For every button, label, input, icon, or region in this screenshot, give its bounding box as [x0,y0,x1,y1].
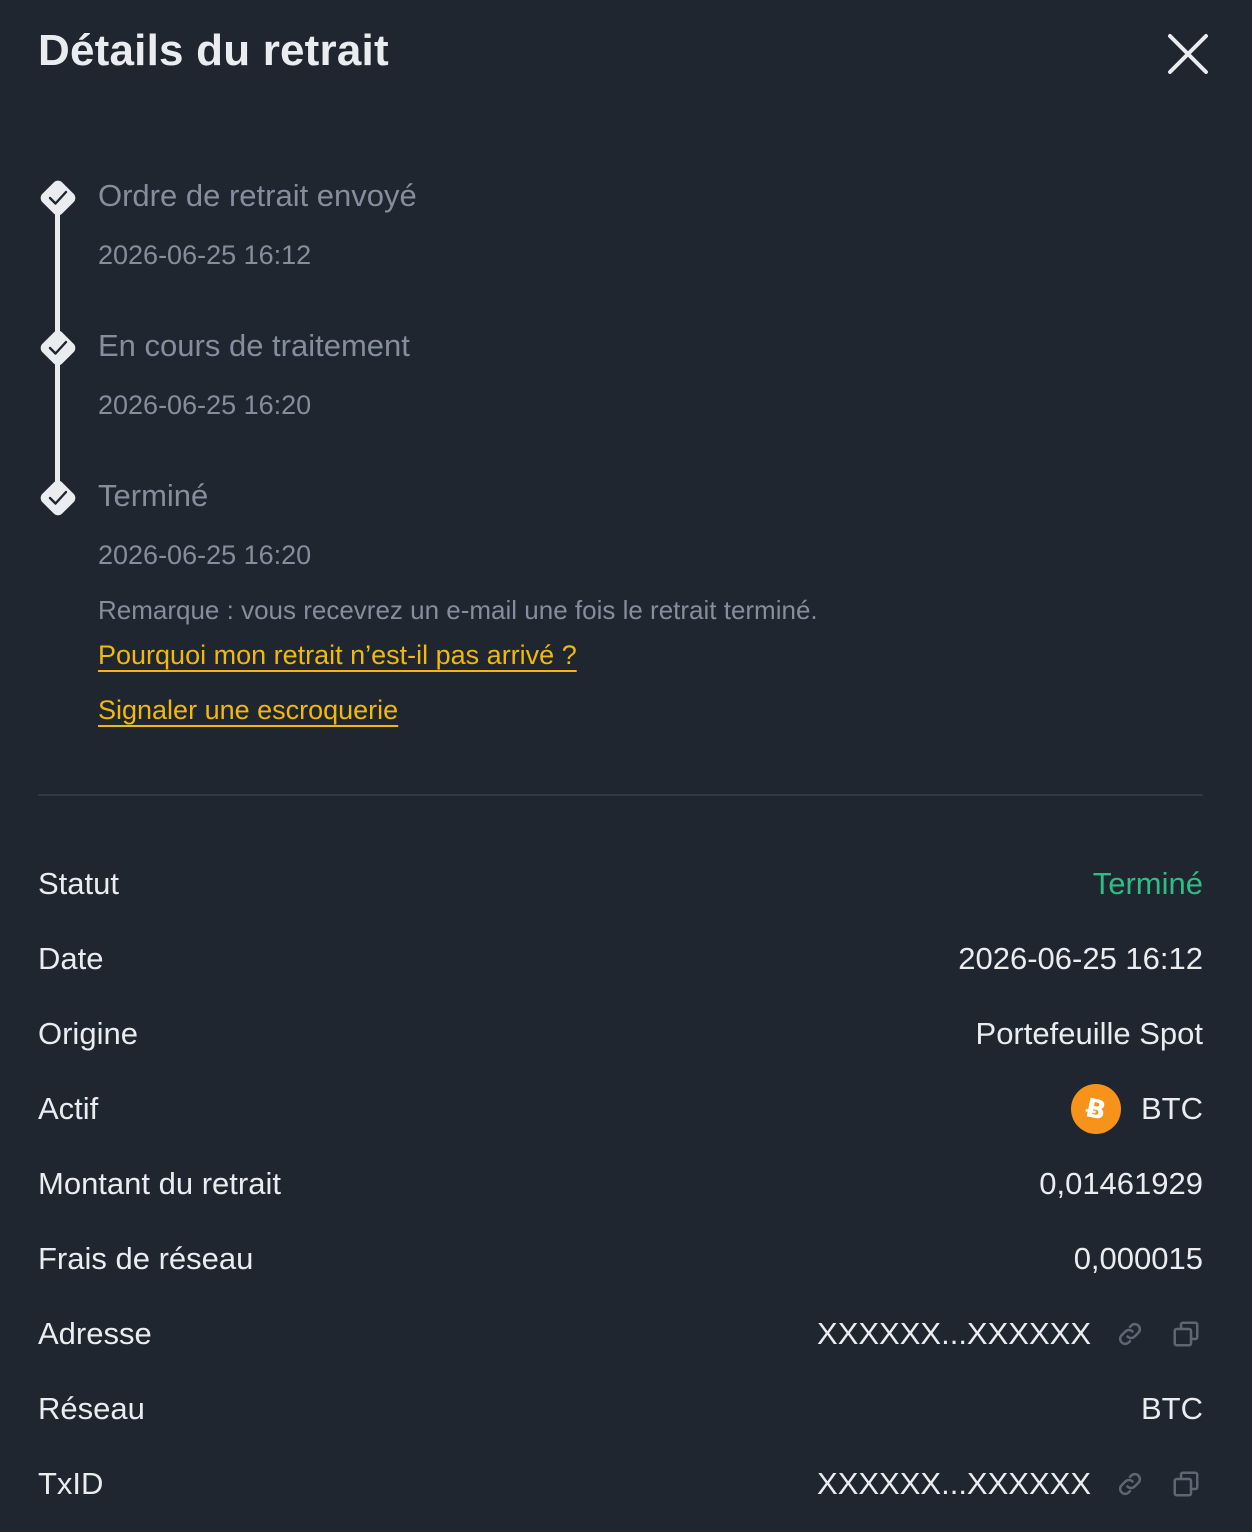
detail-row-amount: Montant du retrait 0,01461929 [38,1158,1203,1214]
fee-label: Frais de réseau [38,1241,254,1276]
origin-label: Origine [38,1016,138,1051]
bitcoin-icon: Ƀ [1071,1084,1121,1134]
timeline-step-time: 2026-06-25 16:20 [98,540,312,570]
txid-label: TxID [38,1466,104,1501]
copy-icon [1173,1471,1199,1497]
close-button[interactable] [1166,32,1210,76]
txid-link-button[interactable] [1113,1467,1147,1501]
date-value: 2026-06-25 16:12 [958,941,1203,976]
timeline-step-label: Ordre de retrait envoyé [98,178,417,213]
address-copy-button[interactable] [1169,1317,1203,1351]
check-diamond-icon [40,480,76,516]
link-icon [1118,1472,1142,1496]
detail-row-asset: Actif Ƀ BTC [38,1083,1203,1139]
address-value-wrap: XXXXXX...XXXXXX [817,1316,1203,1352]
svg-text:Ƀ: Ƀ [1083,1094,1109,1124]
status-value-wrap: Terminé [1093,866,1203,902]
withdrawal-details-panel: Détails du retrait Ordre de retrait envo… [0,0,1252,1532]
check-diamond-icon [40,330,76,366]
timeline-step-label: Terminé [98,478,209,513]
asset-value-wrap: Ƀ BTC [1071,1084,1203,1134]
amount-label: Montant du retrait [38,1166,281,1201]
detail-row-fee: Frais de réseau 0,000015 [38,1233,1203,1289]
asset-value: BTC [1141,1091,1203,1126]
status-badge: Terminé [1092,866,1203,901]
email-note: Remarque : vous recevrez un e-mail une f… [98,595,818,625]
address-value: XXXXXX...XXXXXX [817,1316,1091,1351]
timeline-step-time: 2026-06-25 16:12 [98,240,312,270]
network-label: Réseau [38,1391,145,1426]
detail-row-txid: TxID XXXXXX...XXXXXX [38,1458,1203,1514]
copy-icon [1173,1321,1199,1347]
txid-copy-button[interactable] [1169,1467,1203,1501]
address-link-button[interactable] [1113,1317,1147,1351]
txid-value-wrap: XXXXXX...XXXXXX [817,1466,1203,1502]
amount-value: 0,01461929 [1039,1166,1203,1201]
detail-row-origin: Origine Portefeuille Spot [38,1008,1203,1064]
detail-row-status: Statut Terminé [38,858,1203,914]
report-scam-link[interactable]: Signaler une escroquerie [98,695,398,726]
timeline-step-label: En cours de traitement [98,328,410,363]
detail-row-date: Date 2026-06-25 16:12 [38,933,1203,989]
close-icon [1168,34,1208,74]
origin-value: Portefeuille Spot [975,1016,1203,1051]
detail-row-address: Adresse XXXXXX...XXXXXX [38,1308,1203,1364]
date-label: Date [38,941,104,976]
detail-row-network: Réseau BTC [38,1383,1203,1439]
check-diamond-icon [40,180,76,216]
link-icon [1118,1322,1142,1346]
asset-label: Actif [38,1091,99,1126]
page-title: Détails du retrait [38,26,389,75]
timeline-step-time: 2026-06-25 16:20 [98,390,312,420]
section-divider [38,794,1203,796]
address-label: Adresse [38,1316,152,1351]
txid-value: XXXXXX...XXXXXX [817,1466,1091,1501]
why-not-arrived-link[interactable]: Pourquoi mon retrait n’est-il pas arrivé… [98,640,577,671]
network-value: BTC [1141,1391,1203,1426]
fee-value: 0,000015 [1073,1241,1203,1276]
status-label: Statut [38,866,119,901]
